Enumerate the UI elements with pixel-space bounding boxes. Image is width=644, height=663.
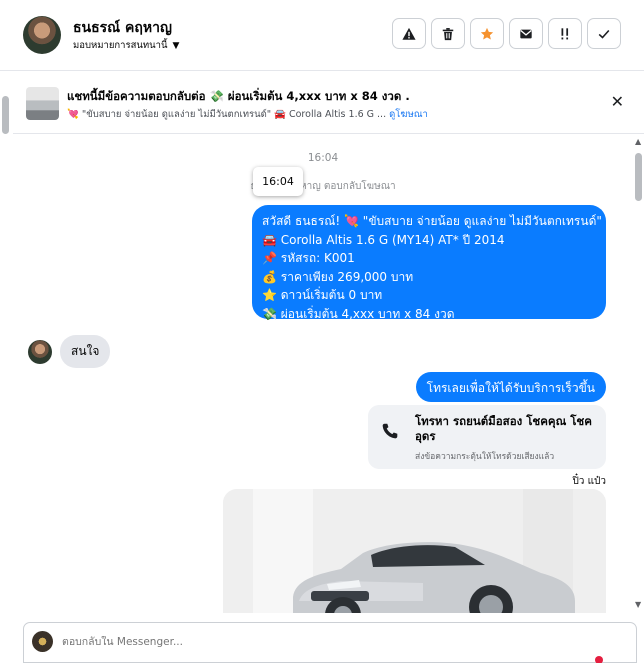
outgoing-call-prompt[interactable]: โทรเลยเพื่อให้ได้รับบริการเร็วขึ้น [415,372,606,402]
ad-thumbnail [26,87,59,120]
ad-message-line: 💰 ราคาเพียง 269,000 บาท [262,269,414,284]
message-thread: 16:04 ธนธรณ์ คฤหาญ ตอบกลับโฆษณา 16:04 สว… [13,135,633,613]
thread-scrollbar[interactable]: ▲ ▼ [633,137,644,611]
call-card-subtitle: ส่งข้อความกระตุ้นให้โทรด้วยเสียงแล้ว [415,452,555,462]
close-icon[interactable]: ✕ [611,92,624,111]
conversation-header: ธนธรณ์ คฤหาญ มอบหมายการสนทนานี้ ▼ [0,0,644,71]
mark-unread-button[interactable] [509,18,543,49]
thread-scrollbar-thumb[interactable] [635,153,642,201]
ad-banner-subtitle: 💘 "ขับสบาย จ่ายน้อย ดูแลง่าย ไม่มีวันตกเ… [67,107,428,122]
page-avatar [32,631,53,652]
message-timestamp: 16:04 [307,152,339,164]
caret-down-icon: ▼ [172,40,180,51]
customer-name[interactable]: ธนธรณ์ คฤหาญ [73,17,172,39]
reply-composer [23,622,637,663]
car-image [223,489,606,613]
envelope-icon [520,29,532,38]
call-card-title: โทรหา รถยนต์มือสอง โชคคุณ โชค อุดร [415,414,592,443]
assign-conversation-dropdown[interactable]: มอบหมายการสนทนานี้ ▼ [73,38,179,53]
delete-button[interactable] [431,18,465,49]
view-ad-link[interactable]: ดูโฆษณา [389,109,428,120]
left-scrollbar[interactable] [0,90,10,136]
assign-label: มอบหมายการสนทนานี้ [73,40,168,51]
ad-message-line: 💸 ผ่อนเริ่มต้น 4,xxx บาท x 84 งวด [262,306,455,321]
notification-dot [595,656,603,663]
priority-button[interactable] [548,18,582,49]
ad-message-line: ⭐ ดาวน์เริ่มต้น 0 บาท [262,288,383,302]
customer-avatar-small[interactable] [28,339,52,364]
warning-button[interactable] [392,18,426,49]
seen-by-label: ปิ๋ว แป๋ว [572,476,606,487]
ad-message-line: 🚘 Corolla Altis 1.6 G (MY14) AT* ปี 2014 [262,232,505,247]
outgoing-ad-message[interactable]: สวัสดี ธนธรณ์! 💘 "ขับสบาย จ่ายน้อย ดูแลง… [252,205,606,321]
ad-message-line: 📌 รหัสรถ: K001 [262,251,355,265]
ad-banner-title: แชทนี้มีข้อความตอบกลับต่อ 💸 ผ่อนเริ่มต้น… [67,89,410,103]
scroll-up-icon[interactable]: ▲ [635,137,641,146]
call-card[interactable]: โทรหา รถยนต์มือสอง โชคคุณ โชค อุดร ส่งข้… [368,405,606,469]
mark-done-button[interactable] [587,18,621,49]
reply-input[interactable] [62,636,582,648]
incoming-message-row: สนใจ [28,335,111,368]
ad-subtitle-text: 💘 "ขับสบาย จ่ายน้อย ดูแลง่าย ไม่มีวันตกเ… [67,109,387,120]
messenger-conversation-panel: ธนธรณ์ คฤหาญ มอบหมายการสนทนานี้ ▼ แชทนี้… [0,0,644,663]
ad-reply-banner: แชทนี้มีข้อความตอบกลับต่อ 💸 ผ่อนเริ่มต้น… [13,72,644,134]
check-icon [598,29,610,39]
left-scrollbar-thumb[interactable] [2,96,9,134]
ad-reply-note: ธนธรณ์ คฤหาญ ตอบกลับโฆษณา [250,181,396,192]
priority-icon [561,27,569,39]
header-toolbar [392,18,621,49]
trash-icon [442,27,454,40]
star-icon [480,27,494,40]
ad-message-line: สวัสดี ธนธรณ์! 💘 "ขับสบาย จ่ายน้อย ดูแลง… [262,214,602,228]
timestamp-tooltip: 16:04 [253,167,303,196]
incoming-message[interactable]: สนใจ [60,335,111,368]
customer-avatar[interactable] [23,16,61,54]
scroll-down-icon[interactable]: ▼ [635,600,641,609]
car-photo-attachment[interactable] [223,489,606,613]
phone-icon [378,419,402,443]
star-button[interactable] [470,18,504,49]
warning-icon [402,27,416,40]
